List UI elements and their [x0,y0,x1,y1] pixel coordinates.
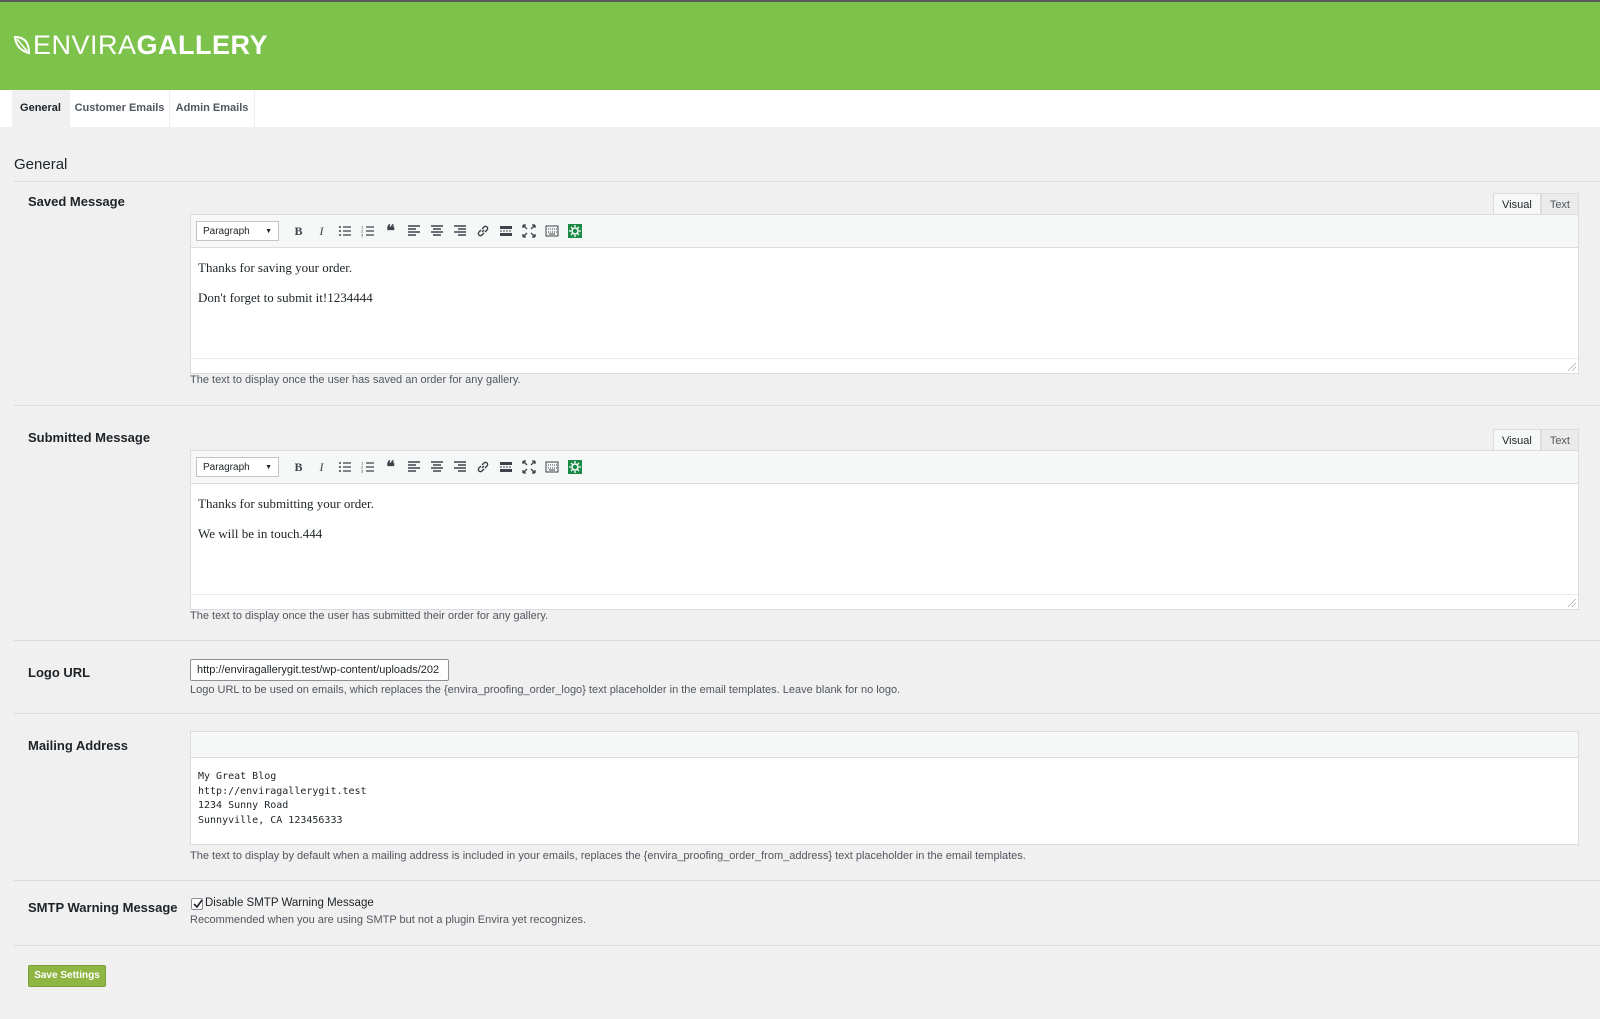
content-line: Thanks for saving your order. [198,260,353,275]
logo-url-input[interactable]: http://enviragallerygit.test/wp-content/… [190,659,449,681]
editor-statusbar [191,358,1578,373]
blockquote-icon[interactable]: ❝ [379,220,402,242]
numbered-list-icon[interactable]: 123 [356,220,379,242]
smtp-disable-checkbox[interactable] [191,898,203,910]
align-left-icon[interactable] [402,456,425,478]
mailing-address-textarea[interactable]: My Great Blog http://enviragallerygit.te… [190,757,1579,845]
align-right-icon[interactable] [448,220,471,242]
mailing-address-description: The text to display by default when a ma… [190,850,1026,862]
section-title: General [14,156,68,173]
submitted-message-description: The text to display once the user has su… [190,610,549,622]
bold-icon[interactable]: B [287,456,310,478]
numbered-list-icon[interactable]: 123 [356,456,379,478]
tab-customer-emails[interactable]: Customer Emails [70,90,170,127]
content-line: Thanks for submitting your order. [198,496,374,511]
italic-icon[interactable]: I [310,220,333,242]
divider [14,945,1600,946]
content-line: Don't forget to submit it!1234444 [198,290,373,305]
resize-grip-icon[interactable] [1568,599,1576,607]
editor-toolbar: Paragraph ▼ B I 123 ❝ [191,451,1578,484]
divider [14,181,1600,182]
tab-admin-emails[interactable]: Admin Emails [170,90,255,127]
bullet-list-icon[interactable] [333,456,356,478]
text-tab[interactable]: Text [1540,429,1579,451]
divider [14,640,1600,641]
save-settings-button[interactable]: Save Settings [28,965,106,987]
editor-toolbar: Paragraph ▼ B I 123 ❝ [191,215,1578,248]
dropdown-arrow-icon: ▼ [265,227,272,235]
submitted-message-mode-tabs: Visual Text [1493,429,1579,451]
bold-icon[interactable]: B [287,220,310,242]
saved-message-editor: Paragraph ▼ B I 123 ❝ Thanks for saving y… [190,214,1579,374]
mailing-address-label: Mailing Address [28,738,128,753]
leaf-icon [13,35,31,55]
divider [14,405,1600,406]
editor-statusbar [191,594,1578,609]
saved-message-mode-tabs: Visual Text [1493,193,1579,215]
editor-content[interactable]: Thanks for saving your order. Don't forg… [191,248,1578,358]
text-tab[interactable]: Text [1540,193,1579,215]
smtp-checkbox-label[interactable]: Disable SMTP Warning Message [205,897,374,909]
logo-url-description: Logo URL to be used on emails, which rep… [190,684,901,696]
logo-url-label: Logo URL [28,665,91,680]
tab-general[interactable]: General [12,90,70,127]
svg-text:3: 3 [361,233,364,238]
smtp-warning-label: SMTP Warning Message [28,900,178,915]
italic-icon[interactable]: I [310,456,333,478]
align-center-icon[interactable] [425,456,448,478]
app-header: ENVIRA GALLERY [0,2,1600,90]
align-center-icon[interactable] [425,220,448,242]
envira-gear-icon[interactable] [563,220,586,242]
align-left-icon[interactable] [402,220,425,242]
content-line: We will be in touch.444 [198,526,323,541]
submitted-message-editor: Paragraph ▼ B I 123 ❝ Thanks for submitti… [190,450,1579,610]
mailing-address-toolbar [190,731,1579,757]
toolbar-toggle-icon[interactable] [540,220,563,242]
visual-tab[interactable]: Visual [1493,429,1541,451]
editor-content[interactable]: Thanks for submitting your order. We wil… [191,484,1578,594]
link-icon[interactable] [471,220,494,242]
smtp-description: Recommended when you are using SMTP but … [190,914,587,926]
settings-tabs: General Customer Emails Admin Emails [0,90,1600,127]
read-more-icon[interactable] [494,456,517,478]
logo-text-light: ENVIRA [33,29,137,60]
svg-text:3: 3 [361,469,364,474]
divider [14,713,1600,714]
link-icon[interactable] [471,456,494,478]
logo-text-bold: GALLERY [136,29,269,60]
fullscreen-icon[interactable] [517,456,540,478]
format-select[interactable]: Paragraph ▼ [196,221,279,241]
bullet-list-icon[interactable] [333,220,356,242]
resize-grip-icon[interactable] [1568,363,1576,371]
format-value: Paragraph [203,225,250,237]
read-more-icon[interactable] [494,220,517,242]
fullscreen-icon[interactable] [517,220,540,242]
saved-message-description: The text to display once the user has sa… [190,374,521,386]
blockquote-icon[interactable]: ❝ [379,456,402,478]
envira-gallery-logo[interactable]: ENVIRA GALLERY [13,30,268,60]
dropdown-arrow-icon: ▼ [265,463,272,471]
visual-tab[interactable]: Visual [1493,193,1541,215]
align-right-icon[interactable] [448,456,471,478]
format-select[interactable]: Paragraph ▼ [196,457,279,477]
format-value: Paragraph [203,461,250,473]
submitted-message-label: Submitted Message [28,430,151,445]
envira-gear-icon[interactable] [563,456,586,478]
saved-message-label: Saved Message [28,194,125,209]
divider [14,880,1600,881]
toolbar-toggle-icon[interactable] [540,456,563,478]
checkmark-icon [193,899,203,909]
